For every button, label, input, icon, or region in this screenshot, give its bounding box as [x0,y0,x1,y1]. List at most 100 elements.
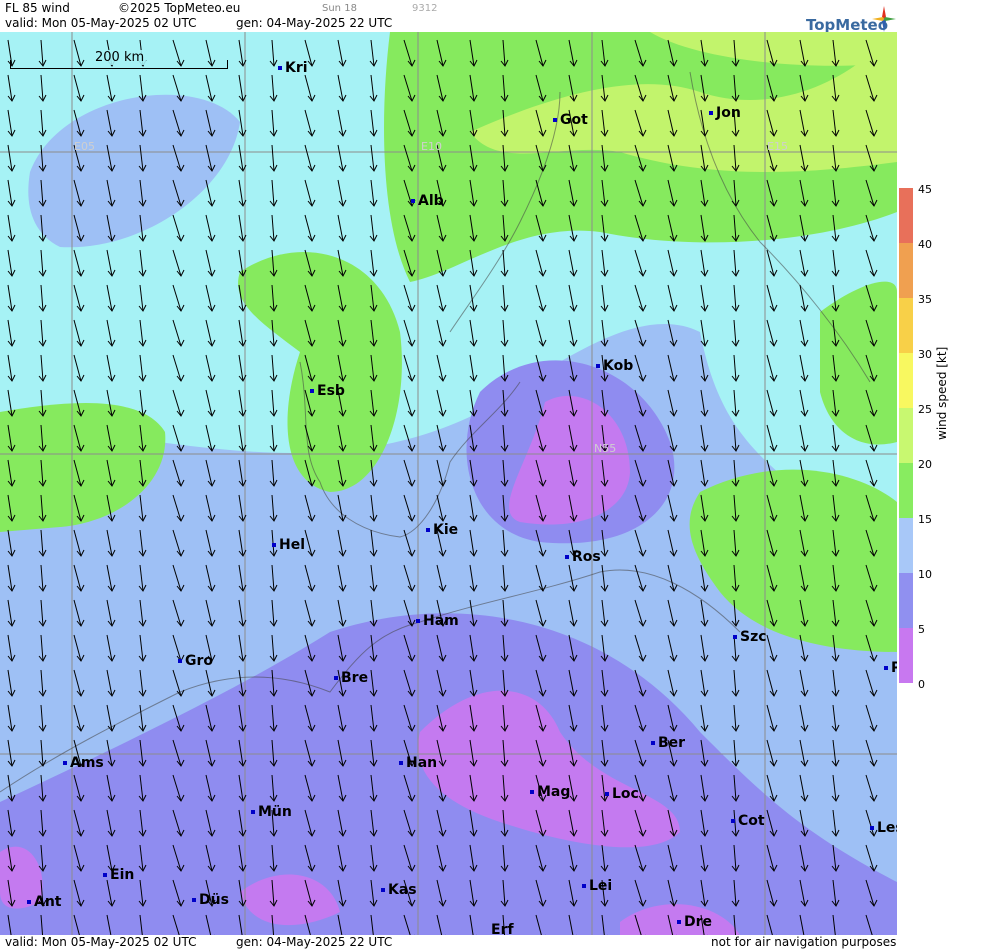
city-marker: Ant [27,894,62,910]
legend-tick: 10 [918,568,932,581]
generated-time: gen: 04-May-2025 22 UTC [236,16,393,30]
city-marker: Alb [411,193,444,209]
legend-color-segment [899,188,913,243]
city-marker: Ams [63,755,104,771]
wind-map: 200 km E05 E10 E15 N55 Kri Got Jon Alb K… [0,32,897,935]
wind-arrow [271,39,275,67]
scale-bar: 200 km [10,50,228,69]
footer-bar: valid: Mon 05-May-2025 02 UTC gen: 04-Ma… [0,935,989,949]
wind-arrow [172,284,182,312]
wind-arrow [865,459,875,487]
legend-tick: 30 [918,348,932,361]
city-marker: Han [399,755,437,771]
legend-color-segment [899,463,913,518]
code-text: 9312 [412,3,438,14]
copyright-text: ©2025 TopMeteo.eu [118,1,241,15]
wind-speed-shading [0,32,897,935]
wind-arrow [271,424,275,452]
city-marker: Ham [416,613,459,629]
wind-arrow [634,284,644,312]
legend-tick: 25 [918,403,932,416]
city-marker: Kas [381,882,417,898]
wind-arrow [502,319,506,347]
legend-tick: 0 [918,678,925,691]
wind-arrow [271,389,275,417]
legend-color-segment [899,353,913,408]
wind-field [0,32,897,935]
legend-color-segment [899,518,913,573]
product-title: FL 85 wind [5,1,70,15]
header-bar: FL 85 wind ©2025 TopMeteo.eu Sun 18 9312… [0,0,897,32]
legend-units: wind speed [kt] [935,346,949,440]
legend-tick: 35 [918,293,932,306]
grid-label-e10: E10 [421,140,442,153]
wind-arrow [733,284,737,312]
valid-time: valid: Mon 05-May-2025 02 UTC [5,16,197,30]
wind-arrow [40,319,44,347]
legend-color-segment [899,408,913,463]
wind-arrow [172,319,182,347]
grid-label-e15: E15 [767,140,788,153]
city-marker: Esb [310,383,345,399]
sun-text: Sun 18 [322,3,357,14]
wind-arrow [502,284,506,312]
scale-label: 200 km [93,50,147,65]
city-marker: Mag [530,784,570,800]
wind-arrow [271,179,275,207]
city-marker: Gro [178,653,213,669]
city-marker: Ein [103,867,134,883]
wind-arrow [40,249,44,277]
city-marker: Les [870,820,897,836]
city-marker: Hel [272,537,305,553]
legend-tick: 20 [918,458,932,471]
city-marker: Ber [651,735,685,751]
legend-tick: 5 [918,623,925,636]
wind-arrow [271,354,275,382]
wind-arrow [403,284,413,312]
wind-arrow [172,249,182,277]
wind-arrow [502,249,506,277]
grid-label-e05: E05 [74,140,95,153]
city-marker: P [884,660,897,676]
wind-arrow [40,284,44,312]
legend-color-segment [899,243,913,298]
city-marker: Erf [491,922,514,935]
city-marker: Mün [251,804,292,820]
wind-arrow [865,249,875,277]
city-marker: Loc [605,786,639,802]
compass-star-icon [872,6,896,32]
legend-tick: 15 [918,513,932,526]
wind-arrow [172,354,182,382]
wind-arrow [403,389,413,417]
wind-arrow [733,389,737,417]
wind-arrow [40,354,44,382]
legend-tick: 45 [918,183,932,196]
wind-arrow [403,354,413,382]
wind-arrow [271,74,275,102]
legend-color-segment [899,628,913,683]
footer-valid-time: valid: Mon 05-May-2025 02 UTC [5,935,197,949]
legend-color-segment [899,573,913,628]
city-marker: Lei [582,878,612,894]
city-marker: Bre [334,670,368,686]
city-marker: Kri [278,60,308,76]
grid-label-n55: N55 [594,442,617,455]
legend-color-segment [899,298,913,353]
wind-arrow [172,389,182,417]
wind-arrow [172,214,182,242]
footer-generated-time: gen: 04-May-2025 22 UTC [236,935,393,949]
wind-arrow [733,354,737,382]
wind-arrow [271,144,275,172]
city-marker: Got [553,112,588,128]
wind-arrow [403,319,413,347]
city-marker: Düs [192,892,229,908]
city-marker: Kie [426,522,458,538]
wind-arrow [40,109,44,137]
city-marker: Szc [733,629,767,645]
legend-tick: 40 [918,238,932,251]
wind-arrow [40,74,44,102]
wind-speed-legend [899,188,913,683]
footer-disclaimer: not for air navigation purposes [711,935,897,949]
city-marker: Jon [709,105,741,121]
wind-arrow [733,249,737,277]
